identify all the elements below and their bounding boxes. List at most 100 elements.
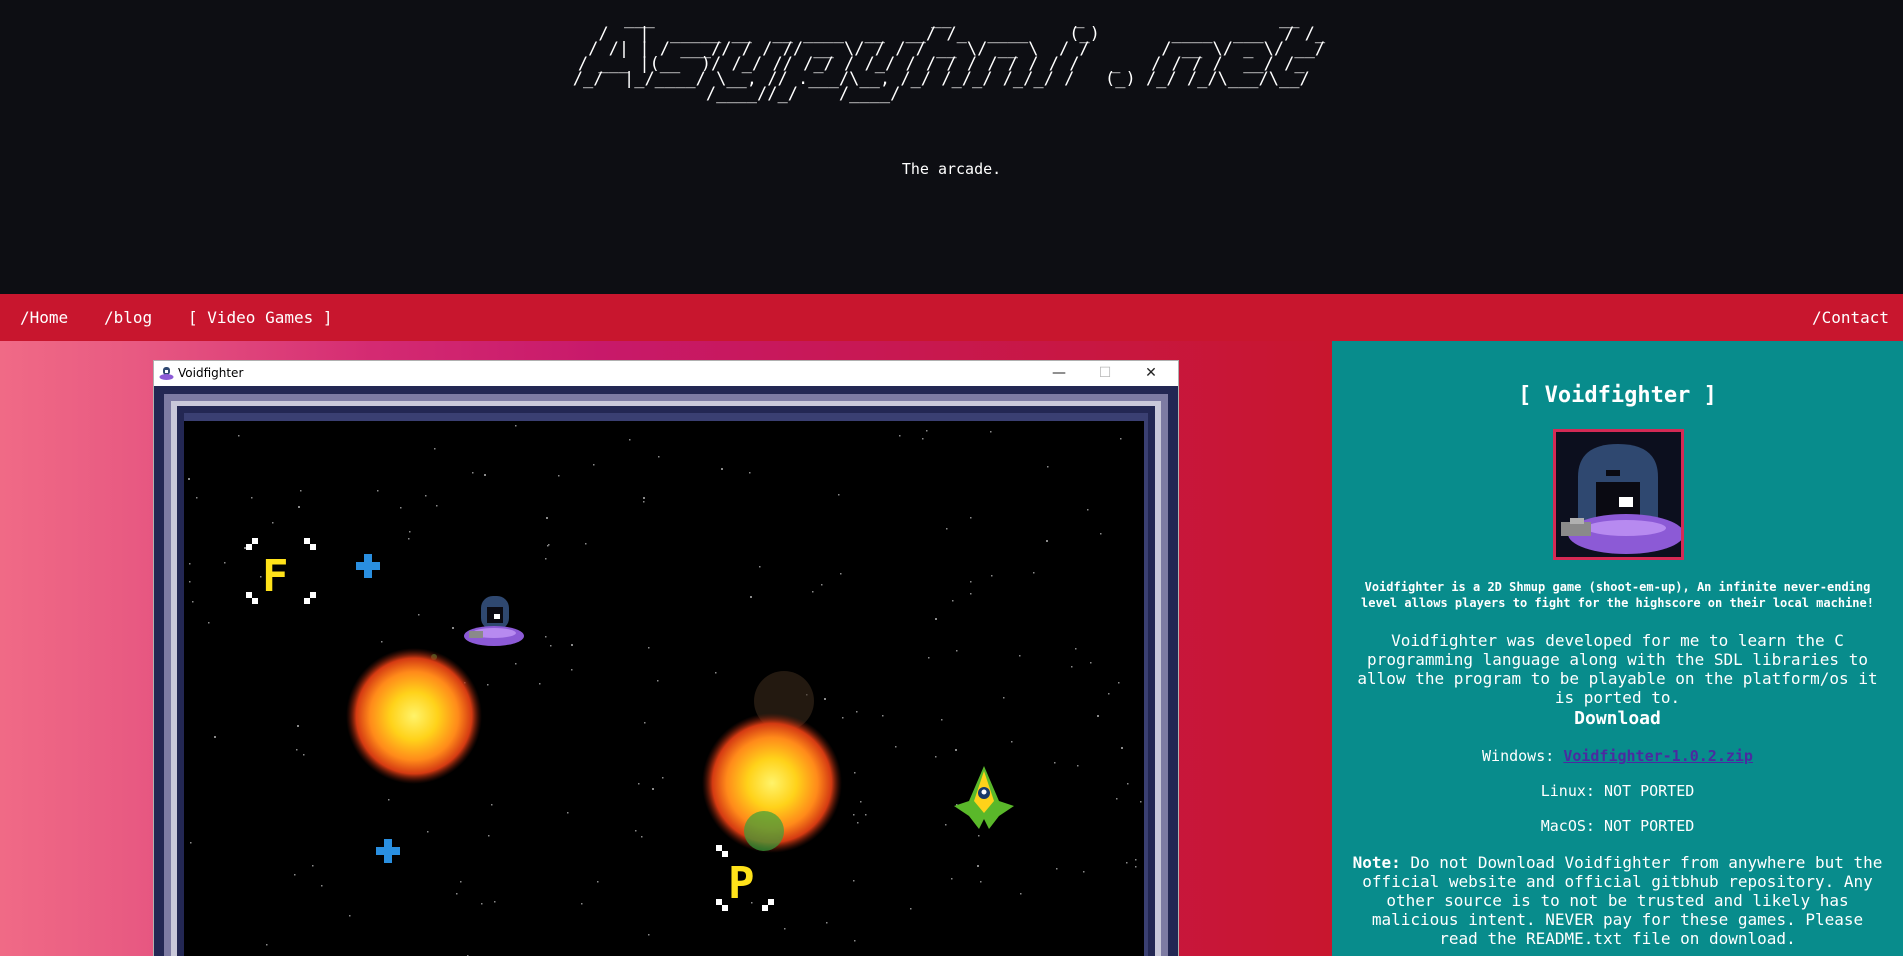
star bbox=[648, 647, 650, 649]
star bbox=[539, 683, 541, 685]
star bbox=[1033, 572, 1035, 574]
explosion-effect bbox=[702, 671, 842, 853]
star bbox=[294, 874, 296, 876]
star bbox=[418, 614, 420, 616]
power-up-f-pickup: F bbox=[246, 538, 316, 604]
star bbox=[427, 831, 429, 833]
ascii-logo: ___ __ _ __ / | _____ __ __ ____ __ __/ … bbox=[572, 9, 1326, 104]
star bbox=[1097, 715, 1099, 717]
star bbox=[860, 801, 862, 803]
star bbox=[977, 865, 979, 867]
windows-label: Windows: bbox=[1482, 747, 1564, 765]
star bbox=[545, 636, 547, 638]
star bbox=[550, 645, 552, 647]
star bbox=[1003, 697, 1005, 699]
star bbox=[784, 928, 786, 930]
star bbox=[926, 430, 928, 432]
star bbox=[581, 903, 583, 905]
star bbox=[951, 878, 953, 880]
star bbox=[425, 495, 427, 497]
windows-download-link[interactable]: Voidfighter-1.0.2.zip bbox=[1563, 747, 1753, 765]
star bbox=[935, 618, 937, 620]
star bbox=[349, 915, 351, 917]
star bbox=[970, 517, 972, 519]
f-pickup-letter: F bbox=[262, 551, 289, 602]
nav-video-games-link[interactable]: [ Video Games ] bbox=[188, 308, 333, 327]
star bbox=[644, 722, 646, 724]
star bbox=[840, 573, 842, 575]
nav-blog-link[interactable]: /blog bbox=[104, 308, 152, 327]
star bbox=[641, 836, 643, 838]
star bbox=[955, 749, 957, 751]
star bbox=[1126, 862, 1128, 864]
star bbox=[214, 736, 216, 738]
star bbox=[434, 448, 436, 450]
star bbox=[956, 650, 958, 652]
star bbox=[1120, 438, 1122, 440]
star bbox=[547, 545, 549, 547]
window-maximize-button[interactable]: ☐ bbox=[1082, 361, 1128, 386]
star bbox=[643, 497, 645, 499]
star bbox=[296, 749, 298, 751]
star bbox=[662, 777, 664, 779]
star bbox=[857, 822, 859, 824]
star bbox=[856, 711, 858, 713]
star bbox=[721, 468, 723, 470]
star bbox=[935, 756, 937, 758]
star bbox=[1020, 893, 1022, 895]
star bbox=[854, 772, 856, 774]
star bbox=[812, 591, 814, 593]
download-warning-note: Note: Do not Download Voidfighter from a… bbox=[1350, 853, 1885, 948]
star bbox=[224, 562, 226, 564]
explosion-effect bbox=[346, 648, 482, 784]
star bbox=[853, 880, 855, 882]
star bbox=[494, 901, 496, 903]
star-field bbox=[188, 425, 1142, 956]
star bbox=[456, 893, 458, 895]
star bbox=[488, 835, 490, 837]
nav-contact-link[interactable]: /Contact bbox=[1812, 308, 1889, 327]
star bbox=[189, 563, 191, 565]
star bbox=[298, 506, 300, 508]
game-avatar-image bbox=[1553, 429, 1684, 560]
star bbox=[558, 475, 560, 477]
star bbox=[842, 717, 844, 719]
star bbox=[484, 474, 486, 476]
star bbox=[759, 566, 761, 568]
window-close-button[interactable]: ✕ bbox=[1128, 361, 1174, 386]
star bbox=[571, 669, 573, 671]
star bbox=[749, 472, 751, 474]
star bbox=[1047, 466, 1049, 468]
game-intro-text: Voidfighter is a 2D Shmup game (shoot-em… bbox=[1361, 580, 1874, 610]
star bbox=[244, 547, 246, 549]
star bbox=[188, 478, 190, 480]
star bbox=[388, 799, 390, 801]
star bbox=[571, 644, 573, 646]
star bbox=[251, 497, 253, 499]
star bbox=[853, 814, 855, 816]
star bbox=[297, 725, 299, 727]
star bbox=[515, 425, 517, 427]
star bbox=[922, 438, 924, 440]
star bbox=[838, 494, 840, 496]
nav-home-link[interactable]: /Home bbox=[20, 308, 68, 327]
star bbox=[638, 783, 640, 785]
star bbox=[436, 505, 438, 507]
star bbox=[652, 788, 654, 790]
star bbox=[481, 903, 483, 905]
download-macos-row: MacOS: NOT PORTED bbox=[1540, 817, 1695, 835]
game-description: Voidfighter was developed for me to lear… bbox=[1357, 631, 1878, 707]
voidfighter-app-icon bbox=[159, 367, 174, 380]
star bbox=[408, 538, 410, 540]
star bbox=[312, 865, 314, 867]
star bbox=[1140, 801, 1142, 803]
star bbox=[657, 680, 659, 682]
star bbox=[1118, 682, 1120, 684]
star bbox=[750, 596, 752, 598]
star bbox=[821, 584, 823, 586]
window-minimize-button[interactable]: — bbox=[1036, 361, 1082, 386]
game-screenshot-window: Voidfighter — ☐ ✕ F P bbox=[154, 361, 1178, 956]
star bbox=[472, 472, 474, 474]
star bbox=[491, 804, 493, 806]
window-title: Voidfighter bbox=[178, 366, 244, 380]
